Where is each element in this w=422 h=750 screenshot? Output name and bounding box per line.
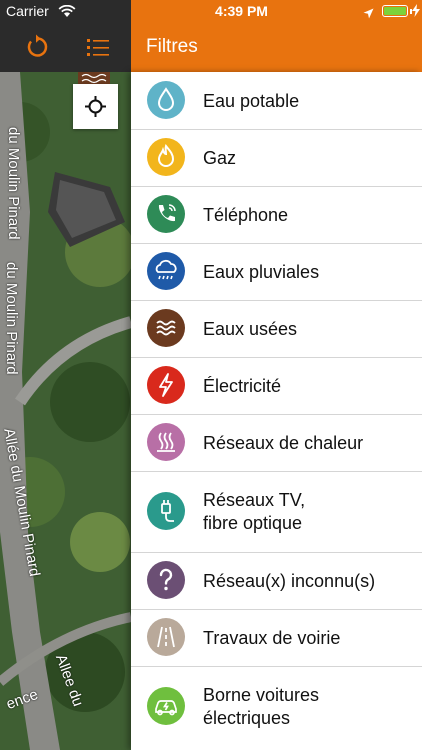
location-arrow-icon bbox=[363, 6, 374, 22]
filter-item-gaz[interactable]: Gaz bbox=[131, 129, 422, 187]
lightning-icon bbox=[147, 366, 185, 404]
filter-item-label: Électricité bbox=[203, 376, 282, 396]
road-icon bbox=[147, 618, 185, 656]
waves-icon bbox=[147, 309, 185, 347]
filter-item-eaux-pluviales[interactable]: Eaux pluviales bbox=[131, 243, 422, 301]
filter-item-eau-potable[interactable]: Eau potable bbox=[131, 72, 422, 130]
question-icon bbox=[147, 561, 185, 599]
filter-item-reseaux-tv[interactable]: Réseaux TV, fibre optique bbox=[131, 471, 422, 553]
battery-icon bbox=[382, 5, 408, 17]
filter-item-label: Borne voitures bbox=[203, 685, 320, 705]
filter-item-label: Réseaux de chaleur bbox=[203, 433, 364, 453]
filter-item-label: Travaux de voirie bbox=[203, 628, 341, 648]
ev-car-icon bbox=[147, 687, 185, 725]
rain-cloud-icon bbox=[147, 252, 185, 290]
map-view[interactable]: du Moulin Pinard du Moulin Pinard Allée … bbox=[0, 72, 131, 750]
list-menu-icon[interactable] bbox=[84, 32, 114, 62]
filter-item-label: Gaz bbox=[203, 148, 237, 168]
filter-item-label-line2: électriques bbox=[203, 708, 291, 728]
carrier-label: Carrier bbox=[6, 3, 49, 19]
plug-icon bbox=[147, 492, 185, 530]
filters-header: Filtres bbox=[131, 22, 422, 72]
filter-item-label: Réseau(x) inconnu(s) bbox=[203, 571, 376, 591]
street-label: du Moulin Pinard bbox=[3, 262, 20, 375]
filter-item-reseaux-inconnus[interactable]: Réseau(x) inconnu(s) bbox=[131, 552, 422, 610]
filter-item-label: Eaux pluviales bbox=[203, 262, 320, 282]
heat-icon bbox=[147, 423, 185, 461]
filter-item-telephone[interactable]: Téléphone bbox=[131, 186, 422, 244]
street-label: du Moulin Pinard bbox=[5, 127, 22, 240]
charging-bolt-icon bbox=[412, 4, 420, 20]
filter-item-electricite[interactable]: Électricité bbox=[131, 357, 422, 415]
crosshair-icon bbox=[85, 96, 106, 117]
filter-item-travaux-de-voirie[interactable]: Travaux de voirie bbox=[131, 609, 422, 667]
filter-item-label: Eau potable bbox=[203, 91, 300, 111]
map-toolbar bbox=[0, 22, 131, 72]
filter-item-reseaux-de-chaleur[interactable]: Réseaux de chaleur bbox=[131, 414, 422, 472]
filters-panel: Eau potable Gaz Téléphone Eaux pluviales… bbox=[131, 72, 422, 750]
filter-item-borne-voitures[interactable]: Borne voitures électriques bbox=[131, 666, 422, 747]
locate-me-button[interactable] bbox=[73, 84, 118, 129]
filter-item-label-line2: fibre optique bbox=[203, 513, 303, 533]
phone-icon bbox=[147, 195, 185, 233]
filter-item-label: Eaux usées bbox=[203, 319, 298, 339]
filter-item-label: Téléphone bbox=[203, 205, 289, 225]
flame-icon bbox=[147, 138, 185, 176]
water-drop-icon bbox=[147, 81, 185, 119]
filter-item-eaux-usees[interactable]: Eaux usées bbox=[131, 300, 422, 358]
status-bar-right: 4:39 PM bbox=[131, 0, 422, 22]
filter-item-label: Réseaux TV, bbox=[203, 490, 306, 510]
refresh-icon[interactable] bbox=[22, 32, 52, 62]
page-title: Filtres bbox=[146, 36, 198, 57]
